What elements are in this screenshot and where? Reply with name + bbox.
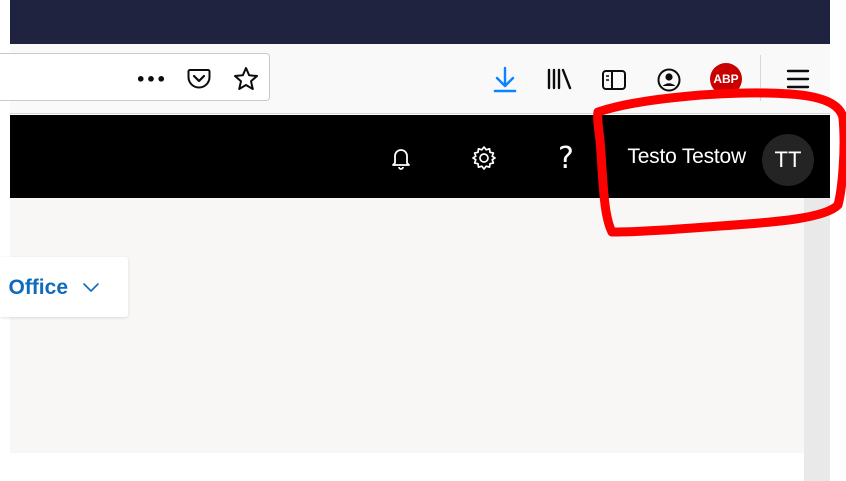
- chevron-down-icon[interactable]: [80, 278, 102, 298]
- page-content: [10, 198, 804, 453]
- bell-icon[interactable]: [386, 143, 416, 175]
- adblock-icon[interactable]: ABP: [710, 63, 742, 95]
- download-icon[interactable]: [490, 64, 520, 96]
- content-bottom-strip: [10, 453, 804, 481]
- avatar[interactable]: TT: [762, 134, 814, 186]
- gear-icon[interactable]: [468, 142, 500, 174]
- bookmark-star-icon[interactable]: [230, 63, 262, 95]
- office-card-label-text: Office: [8, 276, 68, 299]
- account-icon[interactable]: [653, 64, 685, 96]
- sidebar-icon[interactable]: [598, 65, 630, 95]
- toolbar-separator: [760, 55, 761, 101]
- library-icon[interactable]: [543, 65, 577, 93]
- toolbar-divider: [10, 113, 830, 114]
- menu-icon[interactable]: [783, 64, 813, 94]
- pocket-icon[interactable]: [184, 64, 214, 94]
- window-titlebar: [10, 0, 830, 44]
- help-icon[interactable]: ?: [552, 138, 580, 178]
- office-card-label[interactable]: Office: [0, 276, 68, 304]
- more-icon[interactable]: •••: [134, 66, 168, 92]
- user-name[interactable]: Testo Testow: [627, 145, 746, 169]
- scrollbar[interactable]: [804, 198, 830, 481]
